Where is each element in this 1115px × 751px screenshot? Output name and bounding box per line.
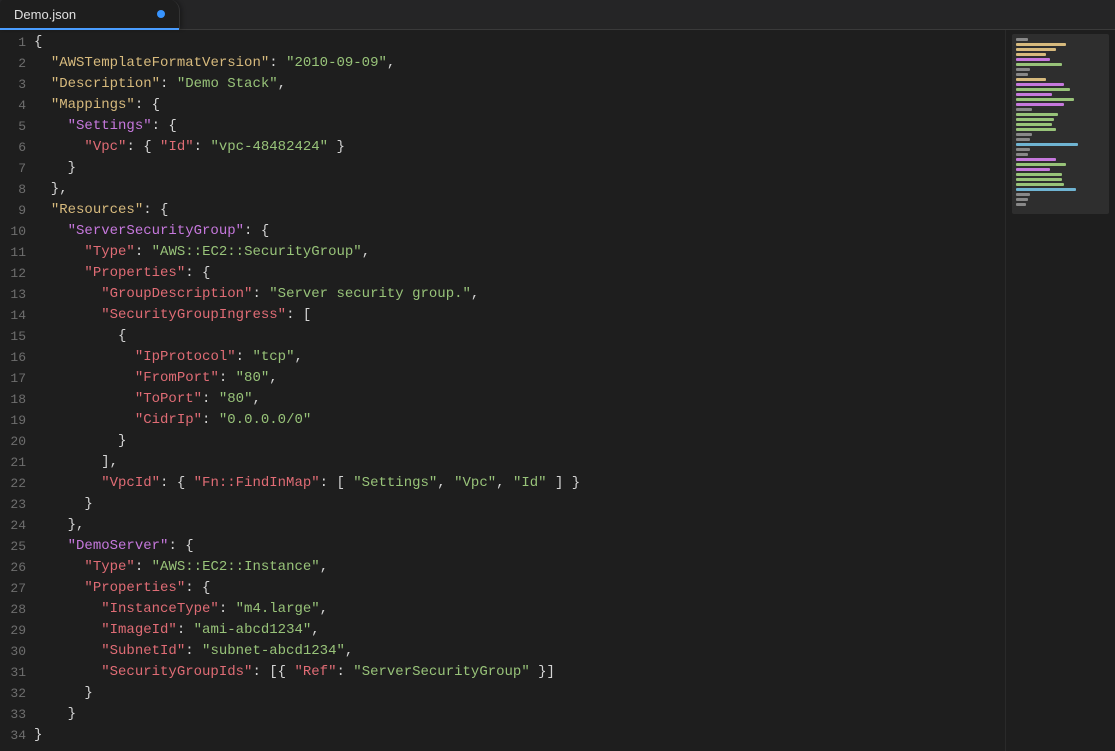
line-number: 18 bbox=[0, 389, 26, 410]
unsaved-indicator-icon bbox=[157, 10, 165, 18]
code-line[interactable]: }, bbox=[34, 515, 1005, 536]
code-line[interactable]: "CidrIp": "0.0.0.0/0" bbox=[34, 410, 1005, 431]
code-line[interactable]: "Settings": { bbox=[34, 116, 1005, 137]
editor: 1234567891011121314151617181920212223242… bbox=[0, 30, 1115, 751]
line-number: 7 bbox=[0, 158, 26, 179]
line-number: 33 bbox=[0, 704, 26, 725]
line-number: 12 bbox=[0, 263, 26, 284]
line-number: 15 bbox=[0, 326, 26, 347]
line-number: 29 bbox=[0, 620, 26, 641]
code-line[interactable]: "InstanceType": "m4.large", bbox=[34, 599, 1005, 620]
code-line[interactable]: "Properties": { bbox=[34, 578, 1005, 599]
line-number: 32 bbox=[0, 683, 26, 704]
line-number: 13 bbox=[0, 284, 26, 305]
line-number: 27 bbox=[0, 578, 26, 599]
code-line[interactable]: "VpcId": { "Fn::FindInMap": [ "Settings"… bbox=[34, 473, 1005, 494]
line-number: 11 bbox=[0, 242, 26, 263]
code-line[interactable]: "SecurityGroupIds": [{ "Ref": "ServerSec… bbox=[34, 662, 1005, 683]
line-number: 4 bbox=[0, 95, 26, 116]
code-line[interactable]: "Type": "AWS::EC2::SecurityGroup", bbox=[34, 242, 1005, 263]
line-number: 9 bbox=[0, 200, 26, 221]
line-number: 5 bbox=[0, 116, 26, 137]
code-line[interactable]: "Description": "Demo Stack", bbox=[34, 74, 1005, 95]
line-number: 34 bbox=[0, 725, 26, 746]
line-number: 10 bbox=[0, 221, 26, 242]
line-number: 8 bbox=[0, 179, 26, 200]
line-number: 23 bbox=[0, 494, 26, 515]
code-line[interactable]: "SubnetId": "subnet-abcd1234", bbox=[34, 641, 1005, 662]
tab-demo-json[interactable]: Demo.json bbox=[0, 0, 180, 29]
minimap-viewport[interactable] bbox=[1012, 34, 1109, 214]
code-line[interactable]: } bbox=[34, 725, 1005, 746]
code-line[interactable]: "ImageId": "ami-abcd1234", bbox=[34, 620, 1005, 641]
code-line[interactable]: } bbox=[34, 158, 1005, 179]
code-line[interactable]: "Type": "AWS::EC2::Instance", bbox=[34, 557, 1005, 578]
line-number: 28 bbox=[0, 599, 26, 620]
code-line[interactable]: "Properties": { bbox=[34, 263, 1005, 284]
code-line[interactable]: "DemoServer": { bbox=[34, 536, 1005, 557]
line-number: 16 bbox=[0, 347, 26, 368]
code-line[interactable]: "ServerSecurityGroup": { bbox=[34, 221, 1005, 242]
line-number: 6 bbox=[0, 137, 26, 158]
code-line[interactable]: }, bbox=[34, 179, 1005, 200]
line-number: 20 bbox=[0, 431, 26, 452]
code-line[interactable]: { bbox=[34, 32, 1005, 53]
code-line[interactable]: "Vpc": { "Id": "vpc-48482424" } bbox=[34, 137, 1005, 158]
line-number: 17 bbox=[0, 368, 26, 389]
line-number-gutter: 1234567891011121314151617181920212223242… bbox=[0, 30, 34, 751]
code-line[interactable]: "FromPort": "80", bbox=[34, 368, 1005, 389]
code-line[interactable]: "IpProtocol": "tcp", bbox=[34, 347, 1005, 368]
line-number: 3 bbox=[0, 74, 26, 95]
code-line[interactable]: "Resources": { bbox=[34, 200, 1005, 221]
line-number: 30 bbox=[0, 641, 26, 662]
line-number: 31 bbox=[0, 662, 26, 683]
minimap[interactable] bbox=[1005, 30, 1115, 751]
code-area[interactable]: { "AWSTemplateFormatVersion": "2010-09-0… bbox=[34, 30, 1005, 751]
line-number: 26 bbox=[0, 557, 26, 578]
tab-title: Demo.json bbox=[14, 7, 149, 22]
line-number: 22 bbox=[0, 473, 26, 494]
code-line[interactable]: } bbox=[34, 704, 1005, 725]
code-line[interactable]: } bbox=[34, 431, 1005, 452]
code-line[interactable]: "AWSTemplateFormatVersion": "2010-09-09"… bbox=[34, 53, 1005, 74]
line-number: 24 bbox=[0, 515, 26, 536]
code-line[interactable]: "ToPort": "80", bbox=[34, 389, 1005, 410]
code-line[interactable]: "GroupDescription": "Server security gro… bbox=[34, 284, 1005, 305]
code-line[interactable]: } bbox=[34, 683, 1005, 704]
line-number: 21 bbox=[0, 452, 26, 473]
line-number: 14 bbox=[0, 305, 26, 326]
code-line[interactable]: } bbox=[34, 494, 1005, 515]
code-line[interactable]: "SecurityGroupIngress": [ bbox=[34, 305, 1005, 326]
code-line[interactable]: { bbox=[34, 326, 1005, 347]
line-number: 25 bbox=[0, 536, 26, 557]
line-number: 2 bbox=[0, 53, 26, 74]
line-number: 19 bbox=[0, 410, 26, 431]
line-number: 1 bbox=[0, 32, 26, 53]
code-line[interactable]: ], bbox=[34, 452, 1005, 473]
tab-bar: Demo.json bbox=[0, 0, 1115, 30]
code-line[interactable]: "Mappings": { bbox=[34, 95, 1005, 116]
